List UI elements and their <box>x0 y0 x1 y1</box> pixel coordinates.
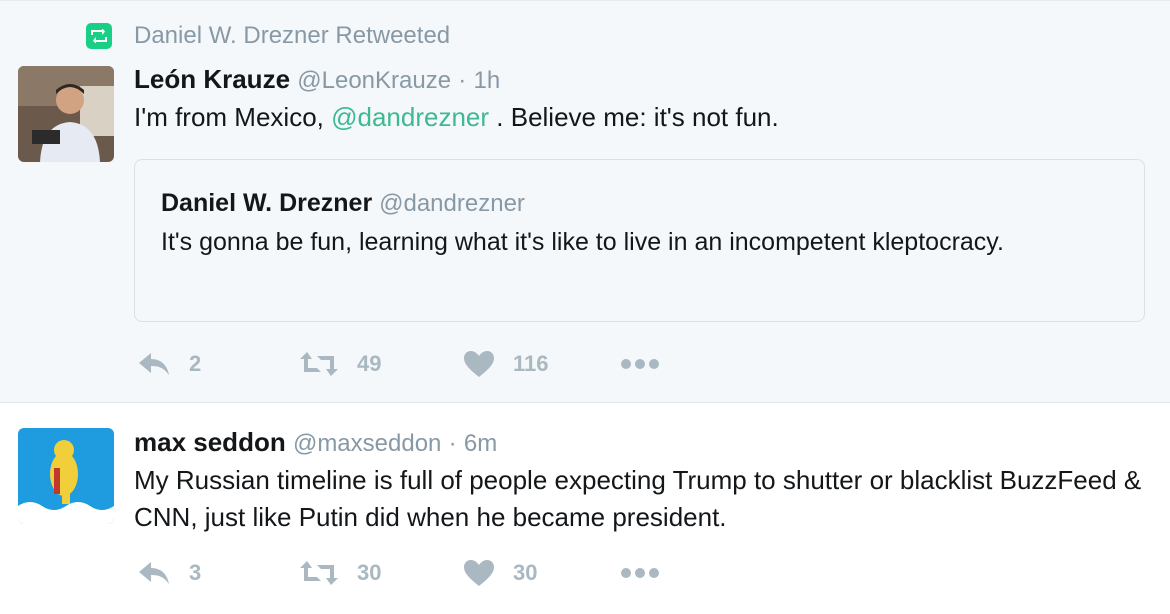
reply-button[interactable]: 2 <box>137 349 201 379</box>
quoted-header: Daniel W. Drezner @dandrezner <box>161 187 1118 220</box>
quoted-tweet[interactable]: Daniel W. Drezner @dandrezner It's gonna… <box>134 159 1145 322</box>
quoted-author-name: Daniel W. Drezner <box>161 189 373 217</box>
retweet-icon <box>300 352 338 376</box>
avatar[interactable] <box>18 428 114 524</box>
more-dots-icon <box>621 359 659 369</box>
author-name[interactable]: max seddon <box>134 427 286 457</box>
like-count: 116 <box>513 351 549 376</box>
reply-icon <box>139 562 169 584</box>
retweet-button[interactable]: 30 <box>299 558 381 588</box>
timestamp[interactable]: 1h <box>474 67 501 94</box>
like-count: 30 <box>513 560 538 585</box>
reply-count: 2 <box>189 351 202 376</box>
tweet-text-part: I'm from Mexico, <box>134 102 324 132</box>
more-dots-icon <box>621 568 659 578</box>
retweet-count: 30 <box>357 560 382 585</box>
quoted-author-handle: @dandrezner <box>379 190 525 217</box>
like-button[interactable]: 116 <box>463 349 549 379</box>
tweet-text: I'm from Mexico, @dandrezner . Believe m… <box>134 99 1146 136</box>
retweet-icon <box>300 561 338 585</box>
heart-icon <box>464 560 494 586</box>
tweet-text-part: . Believe me: it's not fun. <box>496 102 779 132</box>
like-button[interactable]: 30 <box>463 558 537 588</box>
reply-icon <box>139 353 169 375</box>
reply-button[interactable]: 3 <box>137 558 201 588</box>
author-handle[interactable]: @maxseddon <box>293 430 441 457</box>
quoted-text: It's gonna be fun, learning what it's li… <box>161 228 1004 256</box>
retweet-button[interactable]: 49 <box>299 349 381 379</box>
more-button[interactable] <box>620 558 660 588</box>
author-name[interactable]: León Krauze <box>134 64 290 94</box>
retweet-count: 49 <box>357 351 382 376</box>
author-handle[interactable]: @LeonKrauze <box>297 67 451 94</box>
retweet-badge-icon <box>86 23 112 49</box>
tweet-card[interactable]: Daniel W. Drezner Retweeted León Krauze … <box>0 0 1170 403</box>
tweet-header: max seddon @maxseddon · 6m <box>134 426 1146 460</box>
avatar[interactable] <box>18 66 114 162</box>
tweet-text: My Russian timeline is full of people ex… <box>134 465 1142 532</box>
mention-link[interactable]: @dandrezner <box>331 102 489 132</box>
reply-count: 3 <box>189 560 202 585</box>
more-button[interactable] <box>620 349 660 379</box>
timestamp[interactable]: 6m <box>464 430 497 457</box>
retweet-context[interactable]: Daniel W. Drezner Retweeted <box>86 21 450 51</box>
heart-icon <box>464 351 494 377</box>
separator: · <box>458 67 467 94</box>
retweeted-by-label: Daniel W. Drezner Retweeted <box>134 22 451 49</box>
tweet-header: León Krauze @LeonKrauze · 1h <box>134 63 1146 97</box>
separator: · <box>448 430 457 457</box>
